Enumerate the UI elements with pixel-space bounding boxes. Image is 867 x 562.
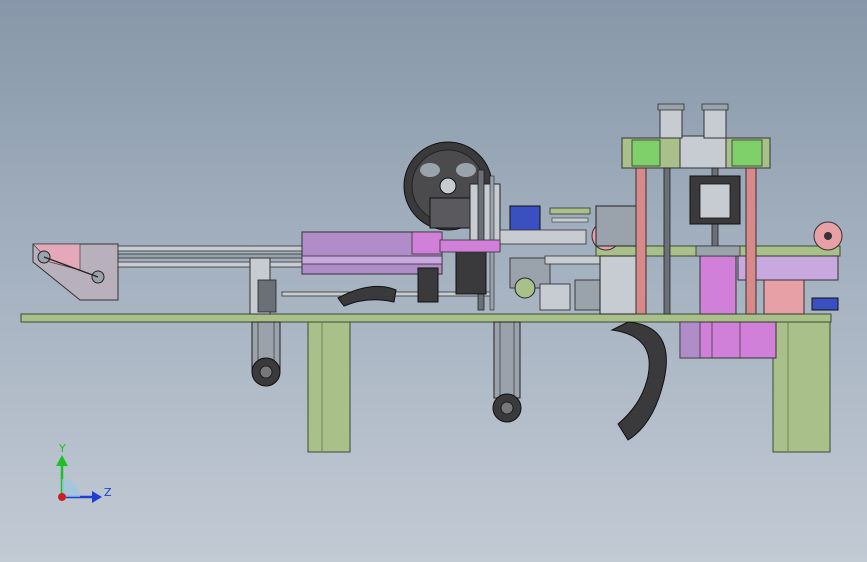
coordinate-triad — [56, 455, 102, 503]
cad-viewport[interactable]: Y Z — [0, 0, 867, 562]
x-axis-dot — [58, 493, 66, 501]
center-drive-motor — [492, 321, 522, 423]
z-axis-label: Z — [104, 486, 112, 499]
left-conveyor — [32, 243, 309, 315]
curved-chute — [610, 321, 667, 441]
left-drive-motor — [251, 321, 281, 387]
y-axis-label: Y — [59, 442, 66, 455]
machine-assembly-drawing[interactable] — [0, 0, 867, 562]
right-drive-motor — [679, 321, 777, 359]
column-press — [621, 103, 771, 315]
